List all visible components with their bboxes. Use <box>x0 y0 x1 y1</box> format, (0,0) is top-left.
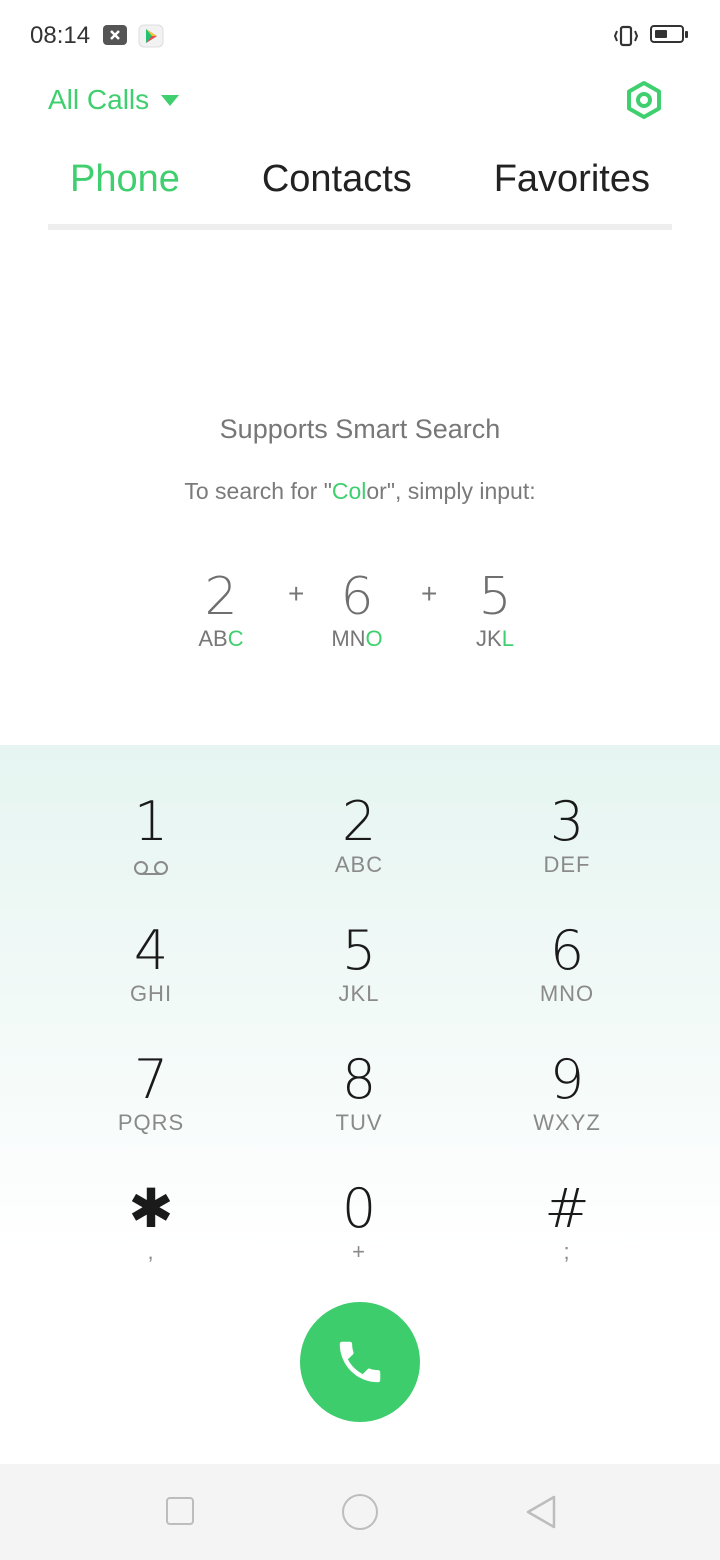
example-digit: 6 <box>340 567 374 627</box>
key-1[interactable]: 1 <box>61 790 241 900</box>
key-letters: MNO <box>539 981 595 1006</box>
voicemail-icon <box>134 861 168 875</box>
key-letters: JKL <box>338 981 380 1006</box>
key-letters: DEF <box>543 852 591 877</box>
key-number: 6 <box>549 919 585 982</box>
status-bar: 08:14 <box>0 0 720 72</box>
smart-search-title: Supports Smart Search <box>219 414 501 444</box>
key-letters: PQRS <box>117 1110 185 1135</box>
key-9[interactable]: 9 WXYZ <box>477 1048 657 1158</box>
key-hash[interactable]: # ; <box>477 1177 657 1287</box>
key-letters: TUV <box>335 1110 383 1135</box>
example-digit: 2 <box>204 567 238 627</box>
example-key: 5 JKL <box>450 562 540 652</box>
key-letters: + <box>352 1239 366 1264</box>
key-number: 1 <box>133 790 169 853</box>
subtitle-part: or", simply input: <box>366 478 536 504</box>
key-0[interactable]: 0 + <box>269 1177 449 1287</box>
vibrate-icon <box>613 25 639 47</box>
play-store-icon <box>138 24 164 48</box>
key-letters: ; <box>563 1239 571 1264</box>
key-letters: , <box>147 1239 155 1264</box>
example-letters-highlight: C <box>227 626 244 651</box>
key-number: 9 <box>549 1048 585 1111</box>
plus-sign: + <box>288 578 305 609</box>
example-letters-plain: JK <box>476 626 502 651</box>
example-key: 2 ABC <box>176 562 266 652</box>
tab-bar: Phone Contacts Favorites <box>48 158 672 228</box>
example-digit: 5 <box>478 567 512 627</box>
key-2[interactable]: 2 ABC <box>269 790 449 900</box>
key-letters: ABC <box>334 852 384 877</box>
key-number: 7 <box>133 1048 169 1111</box>
home-button[interactable] <box>342 1494 378 1530</box>
example-letters-plain: AB <box>198 626 228 651</box>
tab-favorites[interactable]: Favorites <box>472 158 672 228</box>
example-letters-highlight: L <box>501 626 514 651</box>
example-key: 6 MNO <box>312 562 402 652</box>
key-8[interactable]: 8 TUV <box>269 1048 449 1158</box>
key-number: 2 <box>341 790 377 853</box>
key-number: 0 <box>341 1177 377 1240</box>
key-number: 8 <box>341 1048 377 1111</box>
tab-underline <box>48 224 672 230</box>
example-letters: JKL <box>450 626 540 652</box>
tab-contacts[interactable]: Contacts <box>240 158 434 228</box>
key-number: ✱ <box>128 1177 174 1240</box>
battery-icon <box>650 25 688 43</box>
all-calls-label: All Calls <box>48 84 150 115</box>
back-button[interactable] <box>524 1494 558 1530</box>
key-number: 5 <box>341 919 377 982</box>
key-6[interactable]: 6 MNO <box>477 919 657 1029</box>
notification-x-icon <box>103 25 127 45</box>
key-number: # <box>544 1177 590 1240</box>
example-letters-highlight: O <box>365 626 383 651</box>
dropdown-caret-icon <box>161 94 180 106</box>
key-7[interactable]: 7 PQRS <box>61 1048 241 1158</box>
key-number: 3 <box>549 790 585 853</box>
subtitle-part: To search for " <box>184 478 332 504</box>
settings-icon[interactable] <box>624 80 664 120</box>
key-star[interactable]: ✱ , <box>61 1177 241 1287</box>
status-time: 08:14 <box>30 22 91 49</box>
all-calls-dropdown[interactable]: All Calls <box>48 84 180 116</box>
key-5[interactable]: 5 JKL <box>269 919 449 1029</box>
key-letters: WXYZ <box>533 1110 601 1135</box>
example-letters-plain: MN <box>331 626 366 651</box>
phone-icon <box>339 1341 381 1383</box>
key-number: 4 <box>133 919 169 982</box>
key-3[interactable]: 3 DEF <box>477 790 657 900</box>
key-letters: GHI <box>129 981 173 1006</box>
recent-apps-button[interactable] <box>166 1497 194 1525</box>
call-button[interactable] <box>300 1302 420 1422</box>
plus-sign: + <box>421 578 438 609</box>
tab-phone[interactable]: Phone <box>48 158 202 228</box>
key-4[interactable]: 4 GHI <box>61 919 241 1029</box>
smart-search-subtitle: To search for "Color", simply input: <box>0 478 720 505</box>
subtitle-highlight: Col <box>331 478 367 504</box>
example-letters: MNO <box>312 626 402 652</box>
example-letters: ABC <box>176 626 266 652</box>
